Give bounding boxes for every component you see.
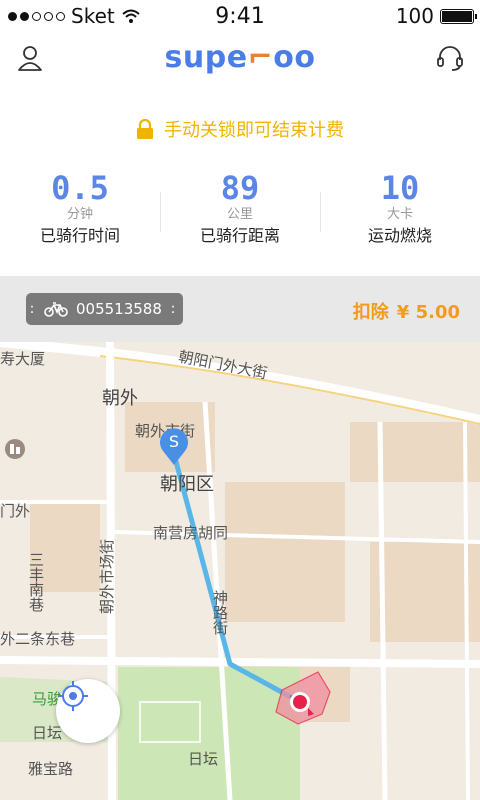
- map-label-street2: 神路街: [211, 590, 229, 635]
- locate-icon: [58, 681, 88, 711]
- map-label-gate: 门外: [0, 502, 31, 520]
- stat-distance-unit: 公里: [226, 207, 253, 222]
- fee-label: 扣除: [352, 302, 389, 323]
- bike-id: 005513588: [76, 300, 162, 318]
- stat-time-value: 0.5: [51, 169, 109, 207]
- bicycle-icon: [44, 302, 68, 317]
- status-bar: Sket 9:41 100: [0, 0, 480, 38]
- map-label-street1: 朝外市场街: [98, 538, 116, 614]
- chip-edge-left: :: [29, 301, 35, 317]
- map-label-hutong: 南营房胡同: [153, 524, 229, 542]
- stat-time-label: 已骑行时间: [39, 226, 120, 245]
- map-label-street3: 三丰南巷: [27, 552, 45, 612]
- map-view[interactable]: 寿大厦 朝阳门外大街 朝外 朝外市街 朝阳区 门外 南营房胡同 朝外市场街 神路…: [0, 342, 480, 800]
- stat-distance-value: 89: [220, 169, 260, 207]
- lock-notice-text: 手动关锁即可结束计费: [164, 120, 344, 141]
- start-marker-label: S: [168, 432, 180, 451]
- stat-time: 0.5 分钟 已骑行时间: [0, 170, 160, 248]
- map-label-street4: 外二条东巷: [0, 630, 76, 648]
- map-label-district: 朝阳区: [160, 474, 214, 495]
- nav-bar: supe⌐oo: [0, 38, 480, 83]
- stat-calories-label: 运动燃烧: [367, 226, 432, 245]
- locate-button[interactable]: [56, 679, 120, 743]
- trip-stats: 0.5 分钟 已骑行时间 89 公里 已骑行距离 10 大卡 运动燃烧: [0, 170, 480, 248]
- stat-time-unit: 分钟: [66, 207, 93, 222]
- map-label-park2: 日坛: [188, 750, 219, 768]
- chip-edge-right: :: [170, 301, 176, 317]
- stat-distance-label: 已骑行距离: [199, 226, 280, 245]
- building-icon: [5, 439, 25, 459]
- map-label-building: 寿大厦: [0, 350, 46, 368]
- stat-calories: 10 大卡 运动燃烧: [320, 170, 480, 248]
- map-label-park: 日坛: [32, 724, 63, 742]
- end-marker[interactable]: [286, 686, 318, 722]
- app-logo: supe⌐oo: [164, 40, 316, 75]
- fee-display: 扣除 ¥ 5.00: [353, 298, 460, 324]
- battery-icon: [440, 8, 477, 24]
- map-label-area1: 朝外: [102, 388, 138, 409]
- fee-amount: ¥ 5.00: [396, 302, 460, 323]
- lock-notice: 手动关锁即可结束计费: [0, 116, 480, 142]
- headset-icon[interactable]: [434, 42, 466, 74]
- stat-distance: 89 公里 已骑行距离: [160, 170, 320, 248]
- lock-icon: [137, 119, 153, 139]
- stat-calories-unit: 大卡: [386, 207, 413, 222]
- start-marker[interactable]: S: [158, 427, 190, 467]
- bike-id-chip[interactable]: : 005513588 :: [26, 293, 183, 325]
- ride-bar: : 005513588 : 扣除 ¥ 5.00: [0, 276, 480, 342]
- battery-percent: 100: [395, 4, 434, 28]
- stat-calories-value: 10: [380, 169, 420, 207]
- map-label-road3: 雅宝路: [28, 760, 74, 778]
- battery-info: 100: [395, 4, 477, 28]
- trip-info-panel: 手动关锁即可结束计费 0.5 分钟 已骑行时间 89 公里 已骑行距离 10 大…: [0, 82, 480, 276]
